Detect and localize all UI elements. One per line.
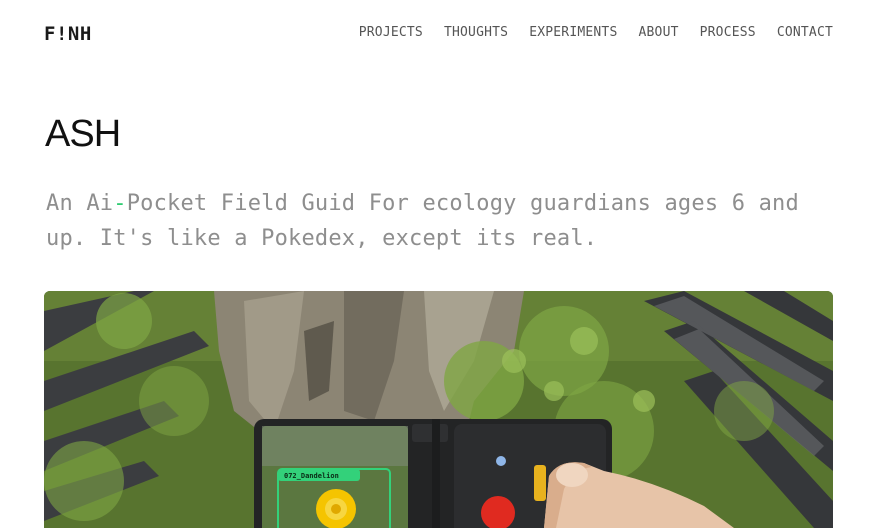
subtitle-part-1: An Ai bbox=[46, 191, 114, 216]
nav-process[interactable]: PROCESS bbox=[700, 25, 756, 40]
nav-contact[interactable]: CONTACT bbox=[777, 25, 833, 40]
logo-prefix: F bbox=[44, 23, 56, 45]
nav-experiments[interactable]: EXPERIMENTS bbox=[529, 25, 617, 40]
nav-about[interactable]: ABOUT bbox=[638, 25, 678, 40]
subtitle-part-2: Pocket Field Guid For ecology guardians … bbox=[46, 191, 799, 251]
logo-suffix: NH bbox=[67, 23, 92, 45]
page-subtitle: An Ai-Pocket Field Guid For ecology guar… bbox=[46, 186, 836, 256]
main-nav: PROJECTS THOUGHTS EXPERIMENTS ABOUT PROC… bbox=[359, 25, 833, 40]
device-hinge bbox=[412, 424, 448, 442]
status-led bbox=[496, 456, 506, 466]
nav-projects[interactable]: PROJECTS bbox=[359, 25, 423, 40]
hero-image: 072_Dandelion bbox=[44, 291, 833, 528]
logo-bang: ! bbox=[55, 23, 68, 45]
page-title: ASH bbox=[45, 113, 121, 155]
device-yellow-switch bbox=[534, 465, 546, 501]
subtitle-dash: - bbox=[113, 191, 127, 216]
dandelion-flower-icon bbox=[316, 489, 356, 528]
site-logo[interactable]: F!NH bbox=[44, 23, 92, 45]
hero-photo-illustration: 072_Dandelion bbox=[44, 291, 833, 528]
detection-label: 072_Dandelion bbox=[284, 472, 339, 480]
site-header: F!NH PROJECTS THOUGHTS EXPERIMENTS ABOUT… bbox=[0, 0, 877, 68]
nav-thoughts[interactable]: THOUGHTS bbox=[444, 25, 508, 40]
